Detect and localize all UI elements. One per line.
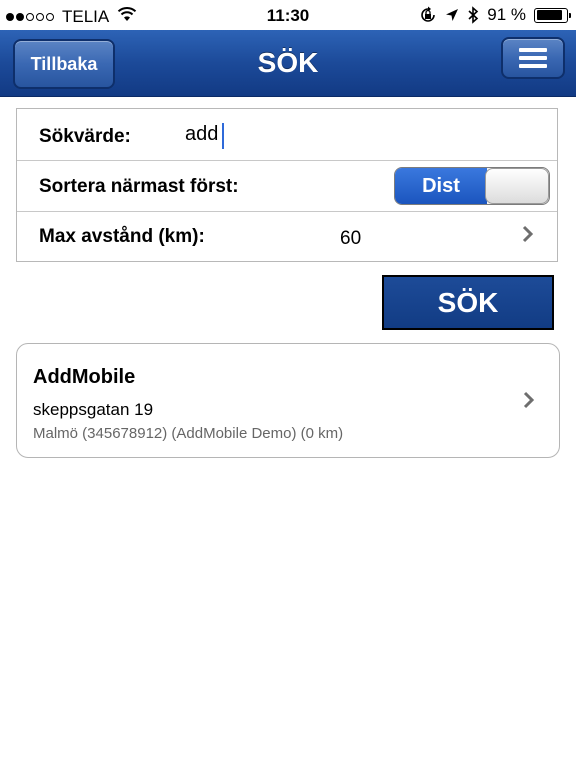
result-name: AddMobile: [33, 366, 136, 388]
max-distance-label: Max avstånd (km):: [39, 226, 205, 247]
result-address: skeppsgatan 19: [33, 400, 154, 419]
location-arrow-icon: [445, 8, 459, 22]
search-row: Sökvärde:: [17, 109, 557, 161]
battery-percent: 91 %: [487, 5, 526, 24]
search-button[interactable]: SÖK: [382, 275, 554, 330]
rotation-lock-icon: [419, 6, 437, 24]
page-title: SÖK: [257, 47, 319, 78]
battery-icon: [534, 7, 571, 23]
sort-distance-toggle[interactable]: Dist: [394, 167, 550, 205]
toggle-knob: [485, 168, 549, 204]
status-right: 91 %: [411, 5, 571, 25]
sort-row: Sortera närmast först: Dist: [17, 160, 557, 212]
chevron-right-icon: [521, 223, 535, 251]
text-cursor: [222, 123, 224, 149]
result-card[interactable]: AddMobile skeppsgatan 19 Malmö (34567891…: [16, 343, 560, 458]
max-distance-row[interactable]: Max avstånd (km): 60: [17, 211, 557, 262]
toggle-on-label: Dist: [395, 168, 487, 204]
menu-button[interactable]: [501, 37, 565, 79]
max-distance-value: 60: [340, 228, 362, 249]
chevron-right-icon: [522, 389, 536, 417]
sort-label: Sortera närmast först:: [39, 176, 239, 197]
search-label: Sökvärde:: [39, 126, 131, 147]
navigation-bar: Tillbaka SÖK: [0, 30, 576, 97]
search-form: Sökvärde: Sortera närmast först: Dist Ma…: [16, 108, 558, 262]
status-bar: TELIA 11:30 91 %: [0, 0, 576, 30]
result-detail: Malmö (345678912) (AddMobile Demo) (0 km…: [33, 425, 344, 442]
bluetooth-icon: [467, 6, 479, 24]
search-input[interactable]: [185, 123, 485, 146]
